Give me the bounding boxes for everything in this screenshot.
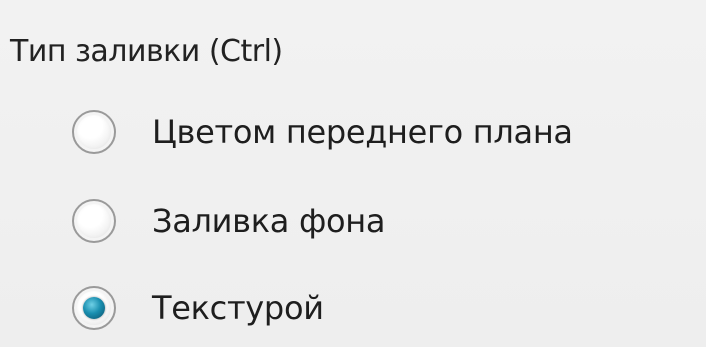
radio-option-foreground-color[interactable]: Цветом переднего плана [72,104,573,160]
radio-label-foreground-color[interactable]: Цветом переднего плана [152,113,573,151]
radio-label-texture[interactable]: Текстурой [152,289,324,327]
radio-option-texture[interactable]: Текстурой [72,280,324,336]
radio-button-unselected[interactable] [72,199,116,243]
radio-label-background-fill[interactable]: Заливка фона [152,202,386,240]
radio-button-unselected[interactable] [72,110,116,154]
fill-type-panel: Тип заливки (Ctrl) Цветом переднего план… [0,0,706,347]
radio-dot-selected [83,297,105,319]
fill-type-group-title: Тип заливки (Ctrl) [10,34,283,69]
radio-button-selected[interactable] [72,286,116,330]
radio-option-background-fill[interactable]: Заливка фона [72,193,386,249]
